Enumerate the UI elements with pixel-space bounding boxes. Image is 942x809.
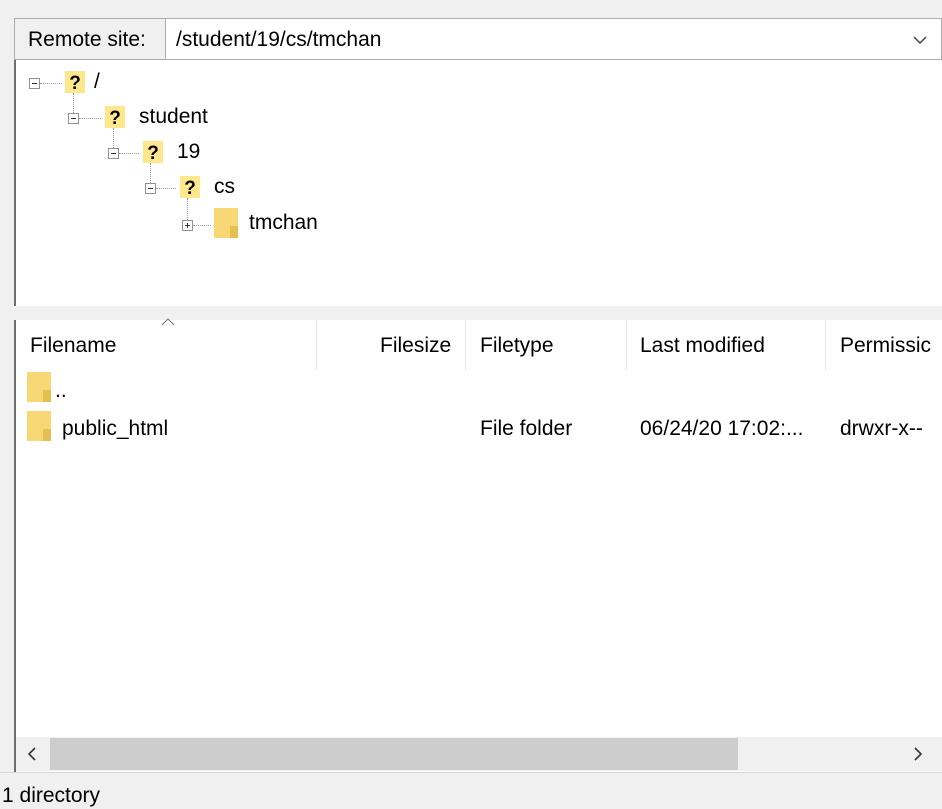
column-divider[interactable]	[626, 320, 627, 370]
tree-connector	[156, 188, 176, 189]
svg-text:?: ?	[184, 178, 196, 199]
column-divider[interactable]	[465, 320, 466, 370]
folder-icon	[214, 208, 238, 238]
tree-connector	[79, 118, 101, 119]
tree-connector	[193, 225, 211, 226]
chevron-down-icon[interactable]	[910, 30, 930, 50]
pane-splitter[interactable]	[14, 306, 942, 320]
status-text: 1 directory	[2, 784, 101, 807]
row-filename: public_html	[62, 417, 169, 440]
column-divider[interactable]	[316, 320, 317, 370]
row-last-modified: 06/24/20 17:02:...	[640, 417, 804, 440]
unknown-folder-icon: ?	[180, 176, 200, 199]
remote-site-label: Remote site:	[28, 28, 146, 51]
table-row[interactable]	[16, 370, 942, 410]
scroll-right-arrow-icon[interactable]	[900, 737, 934, 771]
unknown-folder-icon: ?	[105, 106, 125, 129]
folder-icon	[27, 411, 51, 441]
unknown-folder-icon: ?	[143, 141, 163, 164]
column-divider[interactable]	[825, 320, 826, 370]
svg-text:?: ?	[109, 108, 121, 129]
column-header-filetype[interactable]: Filetype	[480, 334, 554, 358]
row-permissions: drwxr-x--	[840, 417, 923, 440]
tree-collapse-toggle[interactable]	[145, 183, 156, 194]
scroll-left-arrow-icon[interactable]	[16, 737, 50, 771]
tree-node-root[interactable]: /	[94, 70, 100, 94]
tree-collapse-toggle[interactable]	[68, 113, 79, 124]
column-header-last-modified[interactable]: Last modified	[640, 334, 765, 358]
tree-connector	[119, 153, 139, 154]
unknown-folder-icon: ?	[65, 71, 85, 94]
row-filename: ..	[55, 379, 67, 402]
tree-expand-toggle[interactable]	[182, 220, 193, 231]
status-bar	[0, 772, 942, 809]
svg-text:?: ?	[147, 143, 159, 164]
tree-node-cs[interactable]: cs	[214, 175, 235, 199]
tree-connector	[40, 83, 62, 84]
tree-node-19[interactable]: 19	[177, 140, 200, 164]
tree-node-student[interactable]: student	[139, 105, 208, 129]
tree-collapse-toggle[interactable]	[108, 148, 119, 159]
folder-icon	[27, 372, 51, 402]
row-filetype: File folder	[480, 417, 573, 440]
tree-collapse-toggle[interactable]	[29, 78, 40, 89]
file-list-header	[16, 320, 942, 370]
svg-text:?: ?	[69, 73, 81, 94]
column-header-permissions[interactable]: Permissic	[840, 334, 931, 358]
scrollbar-thumb[interactable]	[50, 738, 738, 770]
column-header-filesize[interactable]: Filesize	[380, 334, 451, 358]
sort-ascending-icon	[161, 318, 175, 326]
column-header-filename[interactable]: Filename	[30, 334, 116, 358]
remote-path-input[interactable]: /student/19/cs/tmchan	[176, 28, 381, 52]
tree-node-tmchan[interactable]: tmchan	[249, 211, 318, 235]
